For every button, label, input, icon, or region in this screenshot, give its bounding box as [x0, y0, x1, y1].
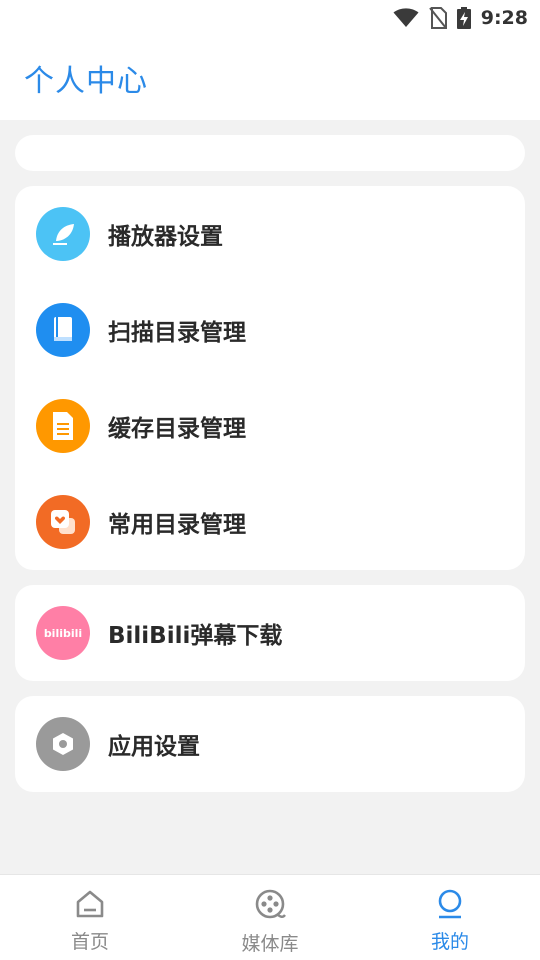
app-header: 个人中心: [0, 36, 540, 120]
bilibili-logo-text: bilibili: [43, 626, 83, 640]
battery-charging-icon: [456, 7, 471, 29]
status-time: 9:28: [480, 7, 528, 29]
bilibili-card: bilibili BiliBili弹幕下载: [15, 585, 525, 681]
home-icon: [75, 889, 105, 923]
menu-label: 常用目录管理: [108, 512, 246, 538]
wifi-icon: [393, 8, 419, 28]
menu-item-app-settings[interactable]: 应用设置: [15, 696, 525, 792]
person-icon: [435, 889, 465, 923]
nav-label: 首页: [70, 931, 109, 953]
menu-label: 扫描目录管理: [108, 320, 246, 346]
nav-label: 媒体库: [241, 933, 299, 955]
menu-item-scan-dirs[interactable]: 扫描目录管理: [15, 282, 525, 378]
menu-label: 播放器设置: [108, 224, 223, 250]
menu-label: BiliBili弹幕下载: [108, 623, 283, 649]
empty-card: [15, 135, 525, 171]
film-reel-icon: [254, 889, 286, 925]
page-title: 个人中心: [24, 64, 148, 99]
no-sim-icon: [428, 7, 447, 29]
hexagon-gear-icon: [36, 717, 90, 771]
bottom-nav: 首页 媒体库 我的: [0, 874, 540, 960]
nav-item-home[interactable]: 首页: [0, 875, 180, 960]
status-bar: 9:28: [0, 0, 540, 36]
document-icon: [36, 399, 90, 453]
heart-folder-icon: [36, 495, 90, 549]
nav-item-mine[interactable]: 我的: [360, 875, 540, 960]
nav-label: 我的: [430, 931, 469, 953]
menu-label: 应用设置: [108, 734, 200, 760]
menu-label: 缓存目录管理: [108, 416, 246, 442]
app-settings-card: 应用设置: [15, 696, 525, 792]
nav-item-media-library[interactable]: 媒体库: [180, 875, 360, 960]
settings-card: 播放器设置 扫描目录管理 缓存目录管理 常用目录管理: [15, 186, 525, 570]
menu-item-player-settings[interactable]: 播放器设置: [15, 186, 525, 282]
feather-pen-icon: [36, 207, 90, 261]
bilibili-logo-icon: bilibili: [36, 606, 90, 660]
book-icon: [36, 303, 90, 357]
menu-item-bilibili[interactable]: bilibili BiliBili弹幕下载: [15, 585, 525, 681]
menu-item-cache-dirs[interactable]: 缓存目录管理: [15, 378, 525, 474]
menu-item-common-dirs[interactable]: 常用目录管理: [15, 474, 525, 570]
